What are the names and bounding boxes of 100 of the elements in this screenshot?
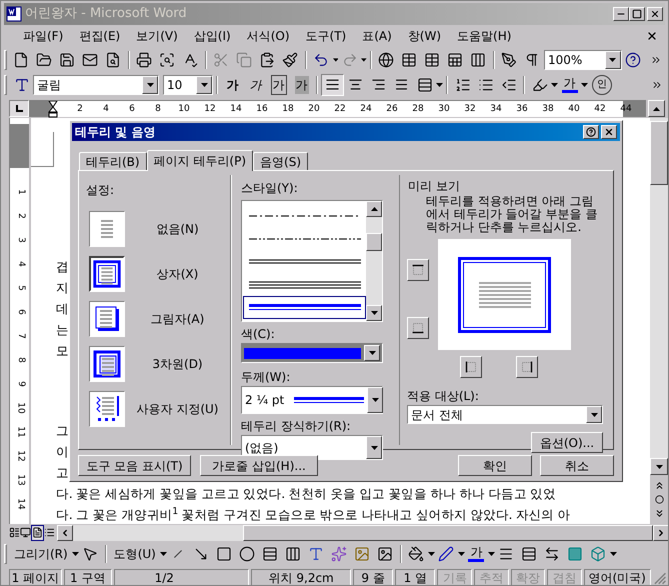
bold-button[interactable]: 가	[221, 74, 244, 96]
menu-item[interactable]: 도움말(H)	[449, 27, 520, 45]
minimize-button[interactable]	[613, 7, 629, 21]
print-preview-icon[interactable]	[159, 52, 176, 68]
select-pointer-icon[interactable]	[82, 546, 98, 562]
fill-color-icon[interactable]	[408, 546, 424, 562]
dropdown-button[interactable]	[604, 50, 621, 68]
format-painter-icon[interactable]	[282, 52, 298, 68]
font-color-button[interactable]: 가	[558, 74, 581, 96]
highlight-icon[interactable]	[532, 76, 548, 92]
style-list[interactable]	[241, 200, 383, 322]
oval-icon[interactable]	[239, 546, 256, 562]
previous-page-icon[interactable]	[654, 480, 664, 491]
dialog-tab[interactable]: 음영(S)	[253, 152, 308, 170]
dialog-tab[interactable]: 페이지 테두리(P)	[146, 150, 254, 171]
numbered-list-icon[interactable]	[454, 76, 470, 92]
columns-icon[interactable]	[470, 52, 486, 68]
menu-item[interactable]: 삽입(I)	[186, 27, 239, 45]
setting-option[interactable]	[89, 301, 125, 337]
undo-icon[interactable]	[313, 52, 330, 68]
vertical-text-box-icon[interactable]	[285, 546, 302, 562]
maximize-button[interactable]	[629, 7, 645, 21]
line-style-icon[interactable]	[498, 546, 514, 562]
setting-option[interactable]	[89, 256, 125, 292]
menu-item[interactable]: 표(A)	[354, 27, 400, 45]
style-icon[interactable]	[14, 76, 30, 92]
open-folder-icon[interactable]	[36, 52, 52, 68]
options-button[interactable]: 옵션(O)...	[531, 432, 603, 453]
dropdown-button[interactable]	[142, 76, 158, 94]
setting-option[interactable]	[89, 391, 125, 427]
help-button[interactable]	[583, 125, 599, 139]
show-toolbar-button[interactable]: 도구 모음 표시(T)	[78, 455, 191, 476]
ok-button[interactable]: 확인	[458, 455, 532, 476]
mail-icon[interactable]	[82, 52, 98, 68]
enclosed-character-button[interactable]: 인	[592, 74, 612, 94]
print-view-button[interactable]	[31, 524, 44, 540]
right-border-button[interactable]	[516, 356, 538, 378]
horizontal-line-button[interactable]: 가로줄 삽입(H)...	[200, 455, 318, 476]
text-box-icon[interactable]	[262, 546, 278, 562]
menu-item[interactable]: 파일(F)	[15, 27, 72, 45]
line-spacing-icon[interactable]	[416, 76, 432, 92]
setting-label[interactable]: 상자(X)	[125, 265, 230, 283]
font-color-button[interactable]: 가	[464, 543, 488, 565]
new-document-icon[interactable]	[13, 52, 30, 68]
setting-label[interactable]: 3차원(D)	[125, 355, 230, 373]
dialog-tab[interactable]: 테두리(B)	[79, 152, 147, 170]
wordart-icon[interactable]	[308, 546, 324, 562]
insert-table-icon[interactable]	[424, 52, 440, 68]
apply-to-field[interactable]: 문서 전체	[407, 405, 603, 424]
color-field[interactable]	[241, 343, 383, 363]
next-page-icon[interactable]	[654, 508, 664, 519]
scroll-right-icon[interactable]	[656, 528, 666, 538]
setting-option[interactable]	[89, 346, 125, 382]
shadow-icon[interactable]	[567, 546, 584, 562]
scroll-up-button[interactable]	[648, 100, 665, 117]
font-size-field[interactable]: 10	[163, 74, 213, 94]
print-icon[interactable]	[136, 52, 152, 68]
width-field[interactable]: 2 ¼ pt	[241, 386, 383, 414]
setting-label[interactable]: 사용자 지정(U)	[125, 400, 230, 418]
tables-borders-icon[interactable]	[401, 52, 418, 68]
drawing-icon[interactable]	[501, 52, 518, 68]
hyperlink-icon[interactable]	[378, 52, 394, 68]
draw-menu-button[interactable]: 그리기(R)	[10, 545, 72, 563]
dash-style-icon[interactable]	[521, 546, 538, 562]
save-icon[interactable]	[59, 52, 76, 68]
italic-button[interactable]: 가	[244, 74, 267, 96]
autoshapes-menu-button[interactable]: 도형(U)	[110, 545, 160, 563]
3d-icon[interactable]	[590, 546, 606, 562]
close-button[interactable]	[647, 7, 663, 21]
close-button[interactable]	[601, 125, 617, 139]
left-border-button[interactable]	[460, 356, 482, 378]
scroll-down-button[interactable]	[366, 305, 382, 321]
zoom-field[interactable]: 100%	[544, 50, 622, 70]
dropdown-button[interactable]	[364, 345, 380, 361]
menu-item[interactable]: 창(W)	[400, 27, 450, 45]
align-justify-button[interactable]	[321, 74, 344, 96]
indent-marker-icon[interactable]	[48, 101, 58, 118]
horizontal-scrollbar[interactable]	[57, 524, 668, 540]
arrow-style-icon[interactable]	[544, 546, 560, 562]
dropdown-button[interactable]	[366, 436, 382, 459]
scroll-down-button[interactable]	[650, 458, 668, 475]
menu-item[interactable]: 서식(O)	[238, 27, 298, 45]
resize-grip-icon[interactable]	[652, 571, 666, 585]
image-icon[interactable]	[377, 546, 394, 562]
scroll-up-button[interactable]	[366, 201, 382, 217]
dropdown-button[interactable]	[586, 406, 602, 423]
setting-label[interactable]: 없음(N)	[125, 220, 230, 238]
dropdown-button[interactable]	[196, 76, 212, 94]
help-icon[interactable]	[625, 52, 642, 68]
spreadsheet-icon[interactable]	[447, 52, 464, 68]
scroll-left-icon[interactable]	[60, 528, 70, 538]
cancel-button[interactable]: 취소	[540, 455, 614, 476]
picture-icon[interactable]	[354, 546, 370, 562]
dropdown-button[interactable]	[367, 387, 384, 413]
rectangle-icon[interactable]	[216, 546, 232, 562]
close-document-icon[interactable]	[646, 30, 658, 42]
paste-icon[interactable]	[259, 52, 276, 68]
font-field[interactable]: 굴림	[33, 74, 159, 94]
menu-item[interactable]: 편집(E)	[71, 27, 128, 45]
menu-item[interactable]: 보기(V)	[128, 27, 186, 45]
